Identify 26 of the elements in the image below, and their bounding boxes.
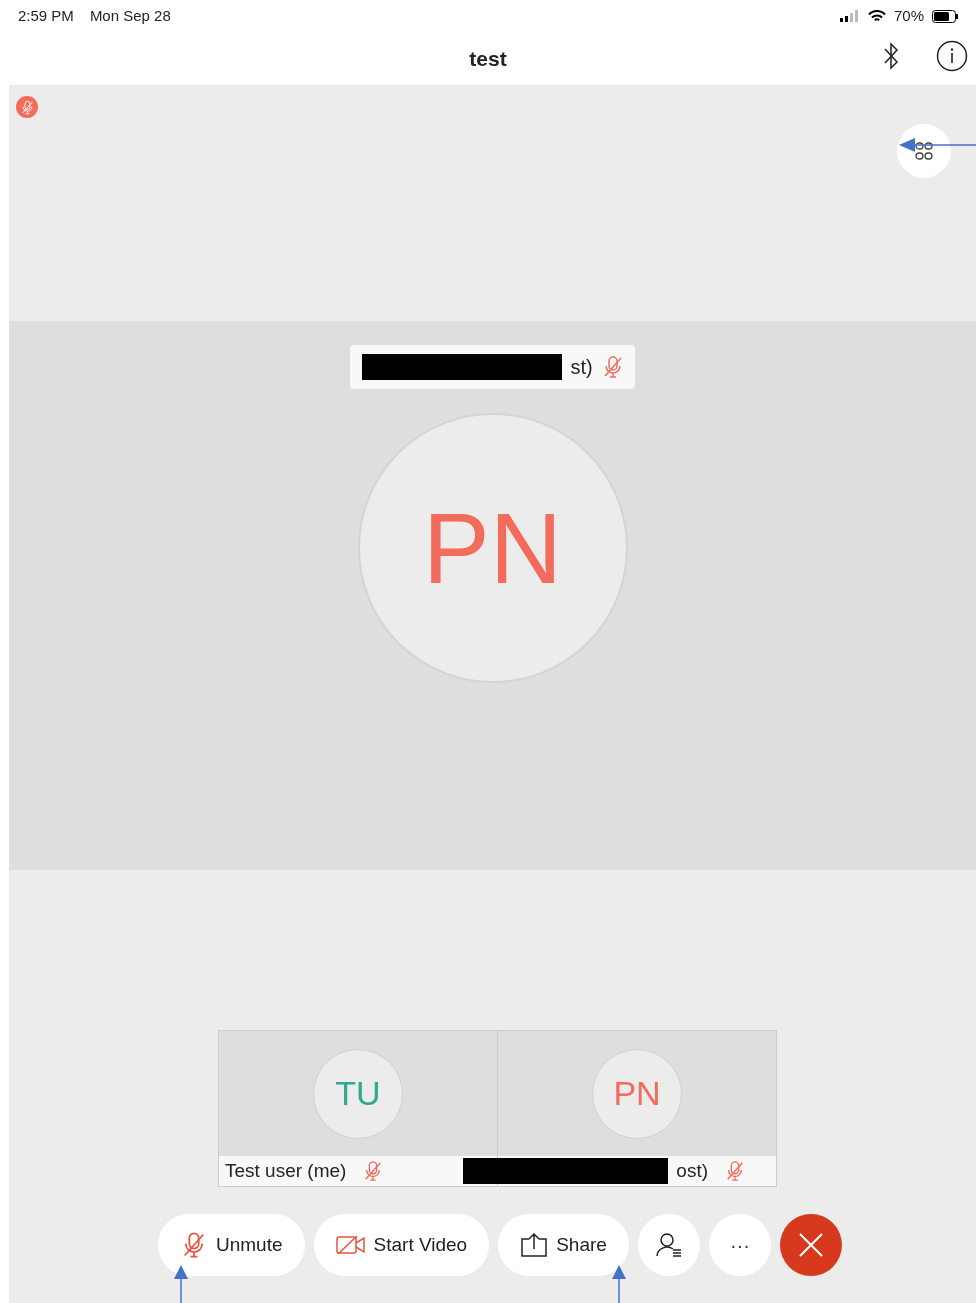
avatar: PN (592, 1048, 682, 1139)
annotation-arrow (611, 1265, 627, 1303)
annotation-arrow (173, 1265, 189, 1303)
battery-percent: 70% (893, 5, 924, 26)
participant-name: Test user (me) (225, 1158, 347, 1183)
battery-icon (932, 9, 958, 23)
status-time: 2:59 PM (18, 5, 74, 26)
status-date: Mon Sep 28 (89, 5, 171, 26)
more-button[interactable]: ··· (708, 1214, 771, 1276)
start-video-button[interactable]: Start Video (313, 1214, 490, 1276)
bluetooth-icon[interactable] (883, 42, 899, 70)
grid-icon (914, 141, 934, 161)
unmute-button[interactable]: Unmute (158, 1214, 305, 1276)
meeting-title: test (469, 45, 507, 72)
share-button[interactable]: Share (498, 1214, 629, 1276)
avatar: PN (357, 413, 628, 683)
signal-icon (839, 10, 860, 22)
share-icon (520, 1232, 549, 1258)
person-list-icon (654, 1231, 683, 1259)
participant-name: st) (570, 355, 593, 380)
video-off-icon (335, 1234, 366, 1256)
close-icon (797, 1232, 824, 1258)
participant-name: ost) (676, 1158, 708, 1183)
info-icon[interactable] (936, 40, 968, 72)
avatar: TU (313, 1048, 403, 1139)
wifi-icon (867, 9, 886, 23)
